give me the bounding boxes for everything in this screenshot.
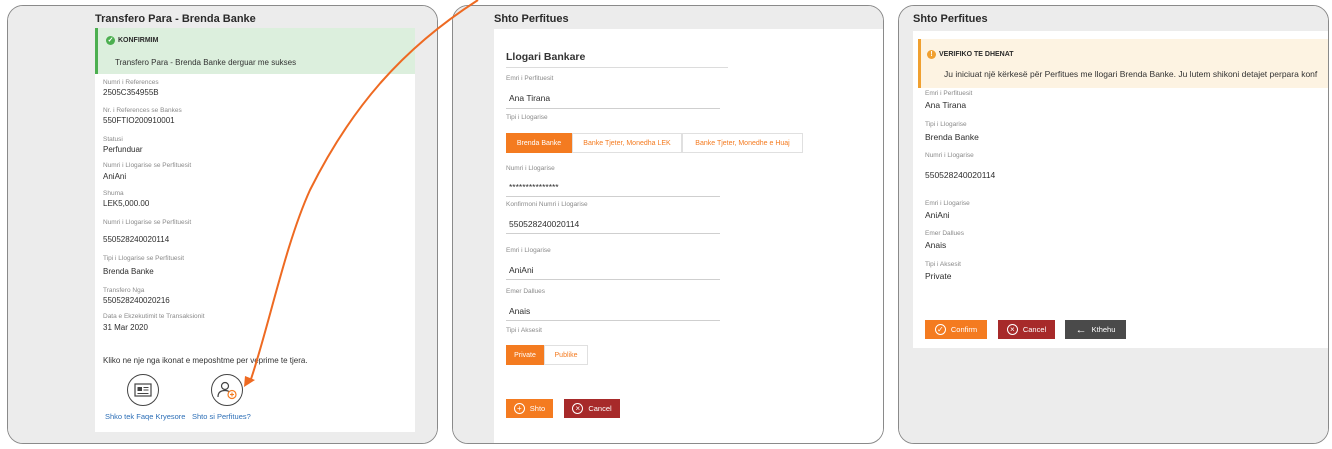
check-icon: ✓ [106, 36, 115, 45]
verify-alert: ! VERIFIKO TE DHENAT Ju iniciuat një kër… [918, 39, 1328, 88]
cancel-button[interactable]: × Cancel [998, 320, 1055, 339]
alert-heading-row: ✓ KONFIRMIM [106, 36, 158, 45]
field-value: 31 Mar 2020 [103, 323, 148, 332]
field-value: AniAni [925, 210, 950, 220]
account-name-input[interactable]: AniAni [509, 265, 534, 275]
field-label: Transfero Nga [103, 287, 145, 294]
warning-icon: ! [927, 50, 936, 59]
back-button[interactable]: ← Kthehu [1065, 320, 1126, 339]
verification-card: ! VERIFIKO TE DHENAT Ju iniciuat një kër… [913, 31, 1328, 348]
dashboard-icon [134, 383, 152, 397]
alert-message: Transfero Para - Brenda Banke derguar me… [115, 58, 297, 67]
cancel-button-label: Cancel [588, 404, 612, 413]
success-alert: ✓ KONFIRMIM Transfero Para - Brenda Bank… [95, 28, 415, 74]
field-label: Tipi i Aksesit [925, 261, 961, 268]
home-page-button[interactable] [127, 374, 159, 406]
cancel-button-label: Cancel [1022, 325, 1047, 334]
field-label: Shuma [103, 190, 124, 197]
confirmation-card: ✓ KONFIRMIM Transfero Para - Brenda Bank… [95, 28, 415, 432]
field-value: Private [925, 271, 952, 281]
plus-icon: + [513, 403, 525, 414]
add-beneficiary-link[interactable]: Shto si Perfitues? [192, 412, 251, 421]
field-value: Brenda Banke [925, 132, 979, 142]
beneficiary-name-input[interactable]: Ana Tirana [509, 93, 550, 103]
account-type-option-other-foreign[interactable]: Banke Tjeter, Monedhe e Huaj [682, 133, 803, 153]
access-option-public[interactable]: Publike [544, 345, 588, 365]
field-label: Emri i Llogarise [925, 200, 970, 207]
field-label: Statusi [103, 136, 123, 143]
beneficiary-form: Llogari Bankare Emri i Perfituesit Ana T… [494, 29, 883, 439]
input-underline [506, 279, 720, 280]
field-value: AniAni [103, 172, 127, 181]
add-button-label: Shto [529, 404, 546, 413]
input-underline [506, 108, 720, 109]
nickname-input[interactable]: Anais [509, 306, 530, 316]
account-number-input[interactable]: *************** [509, 182, 559, 192]
alert-message: Ju iniciuat një kërkesë për Perfitues me… [944, 69, 1318, 79]
alert-heading-row: ! VERIFIKO TE DHENAT [927, 50, 1014, 59]
field-label: Tipi i Llogarise se Perfituesit [103, 255, 185, 262]
input-underline [506, 320, 720, 321]
field-label: Data e Ekzekutimit te Transaksionit [103, 313, 205, 320]
confirm-button[interactable]: ✓ Confirm [925, 320, 987, 339]
confirm-account-label: Konfirmoni Numri i Llogarise [506, 201, 588, 208]
field-label: Numri i Llogarise [925, 152, 974, 159]
add-button[interactable]: + Shto [506, 399, 553, 418]
field-value: LEK5,000.00 [103, 199, 150, 208]
field-value: Brenda Banke [103, 267, 154, 276]
page-title: Shto Perfitues [913, 13, 988, 25]
nickname-label: Emer Dallues [506, 288, 546, 295]
field-label: Tipi i Llogarise [925, 121, 967, 128]
verify-beneficiary-panel: Shto Perfitues ! VERIFIKO TE DHENAT Ju i… [898, 5, 1329, 444]
field-value: Anais [925, 240, 947, 250]
field-label: Emer Dallues [925, 230, 965, 237]
panel-background [453, 6, 494, 443]
account-number-label: Numri i Llogarise [506, 165, 555, 172]
field-label: Numri i Llogarise se Perfituesit [103, 162, 192, 169]
field-value: 2505C354955B [103, 88, 159, 97]
confirm-account-input[interactable]: 550528240020114 [509, 219, 579, 229]
section-title: Llogari Bankare [506, 51, 586, 63]
input-underline [506, 196, 720, 197]
page-title: Shto Perfitues [494, 13, 569, 25]
account-name-label: Emri i Llogarise [506, 247, 551, 254]
check-circle-icon: ✓ [934, 324, 946, 335]
field-label: Nr. i References se Bankes [103, 107, 182, 114]
account-type-label: Tipi i Llogarise [506, 114, 548, 121]
divider [506, 67, 728, 68]
field-label: Emri i Perfituesit [925, 90, 973, 97]
field-value: Ana Tirana [925, 100, 967, 110]
page-title: Transfero Para - Brenda Banke [95, 13, 256, 25]
cancel-button[interactable]: × Cancel [564, 399, 620, 418]
home-page-link[interactable]: Shko tek Faqe Kryesore [105, 412, 185, 421]
beneficiary-name-label: Emri i Perfituesit [506, 75, 554, 82]
close-icon: × [572, 403, 584, 414]
transfer-confirmation-panel: Transfero Para - Brenda Banke ✓ KONFIRMI… [7, 5, 438, 444]
access-type-label: Tipi i Aksesit [506, 327, 542, 334]
alert-heading: VERIFIKO TE DHENAT [939, 51, 1014, 58]
back-button-label: Kthehu [1091, 325, 1116, 334]
confirm-button-label: Confirm [950, 325, 978, 334]
account-type-option-internal[interactable]: Brenda Banke [506, 133, 572, 153]
field-value: 550528240020216 [103, 296, 170, 305]
field-value: Perfunduar [103, 145, 143, 154]
account-type-option-other-lek[interactable]: Banke Tjeter, Monedha LEK [572, 133, 682, 153]
field-value: 550FTIO200910001 [103, 116, 175, 125]
alert-heading: KONFIRMIM [118, 37, 159, 44]
next-actions-hint: Kliko ne nje nga ikonat e meposhtme per … [103, 356, 308, 365]
add-beneficiary-button[interactable] [211, 374, 243, 406]
user-add-icon [217, 381, 237, 400]
add-beneficiary-form-panel: Shto Perfitues Llogari Bankare Emri i Pe… [452, 5, 884, 444]
close-icon: × [1006, 324, 1018, 335]
field-value: 550528240020114 [103, 235, 170, 244]
field-label: Numri i Llogarise se Perfituesit [103, 219, 192, 226]
input-underline [506, 233, 720, 234]
arrow-left-icon: ← [1075, 323, 1087, 336]
field-label: Numri i References [103, 79, 159, 86]
field-value: 550528240020114 [925, 170, 996, 180]
access-option-private[interactable]: Private [506, 345, 544, 365]
